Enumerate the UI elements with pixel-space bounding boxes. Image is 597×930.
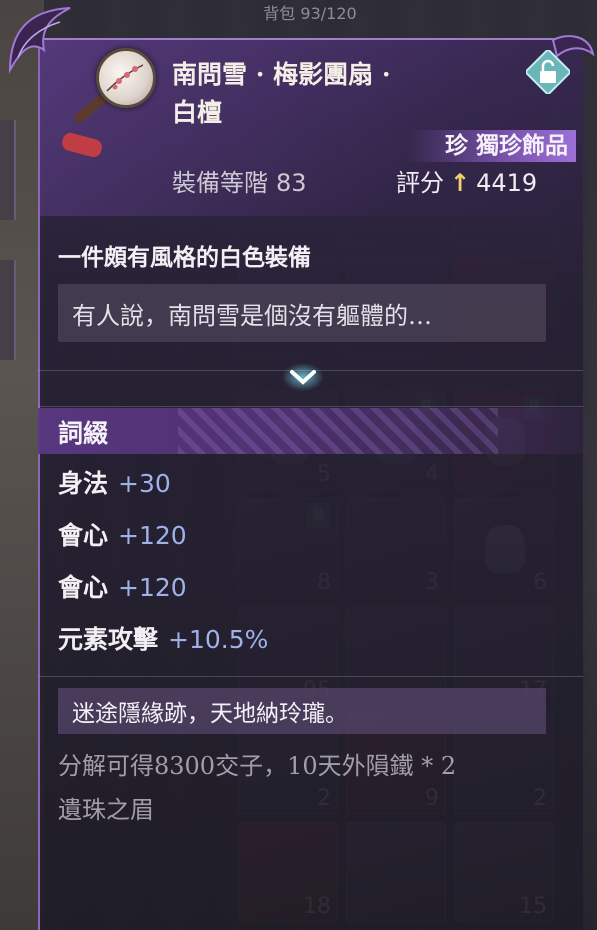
item-name: 南問雪 · 梅影團扇 · 白檀 — [172, 60, 391, 127]
stat-row: 會心 +120 — [58, 516, 187, 556]
stat-value: +120 — [118, 521, 187, 550]
divider — [38, 406, 583, 407]
dismantle-line-1: 分解可得8300交子，10天外隕鐵 * 2 — [58, 752, 457, 780]
inventory-title: 背包 93/120 — [263, 4, 357, 23]
stat-name: 會心 — [58, 521, 109, 550]
score-up-arrow-icon: ↑ — [450, 169, 471, 197]
flavor-text: 迷途隱緣跡，天地納玲瓏。 — [72, 701, 348, 727]
left-slot — [0, 260, 16, 360]
round-fan-icon[interactable] — [96, 48, 156, 108]
divider — [38, 676, 583, 677]
score: 評分 ↑ 4419 — [396, 164, 537, 202]
left-slot — [0, 120, 16, 220]
lore-text: 有人說，南問雪是個沒有軀體的… — [72, 302, 432, 330]
dismantle-info: 分解可得8300交子，10天外隕鐵 * 2 遺珠之眉 — [58, 744, 578, 832]
stat-value: +10.5% — [168, 625, 269, 654]
equip-level: 裝備等階 83 — [172, 164, 307, 202]
stat-value: +30 — [118, 469, 171, 498]
corner-ornament-icon — [8, 7, 71, 74]
stat-name: 身法 — [58, 469, 109, 498]
score-label: 評分 — [396, 169, 444, 197]
affix-header-bar — [38, 408, 583, 454]
equip-level-value: 83 — [276, 169, 307, 197]
dismantle-line-2: 遺珠之眉 — [58, 796, 154, 824]
header-pattern — [178, 408, 498, 454]
stat-name: 會心 — [58, 573, 109, 602]
affix-title: 詞綴 — [58, 419, 109, 448]
score-value: 4419 — [476, 169, 538, 197]
stat-name: 元素攻擊 — [58, 625, 159, 654]
stat-value: +120 — [118, 573, 187, 602]
stat-row: 會心 +120 — [58, 568, 187, 608]
stat-row: 身法 +30 — [58, 464, 171, 504]
description-title: 一件頗有風格的白色裝備 — [58, 244, 311, 271]
stat-row: 元素攻擊 +10.5% — [58, 620, 268, 660]
equip-level-label: 裝備等階 — [172, 169, 268, 197]
chevron-down-icon[interactable] — [282, 362, 324, 392]
quality-badge: 珍 獨珍飾品 — [408, 130, 576, 162]
unlock-icon[interactable] — [526, 50, 570, 94]
